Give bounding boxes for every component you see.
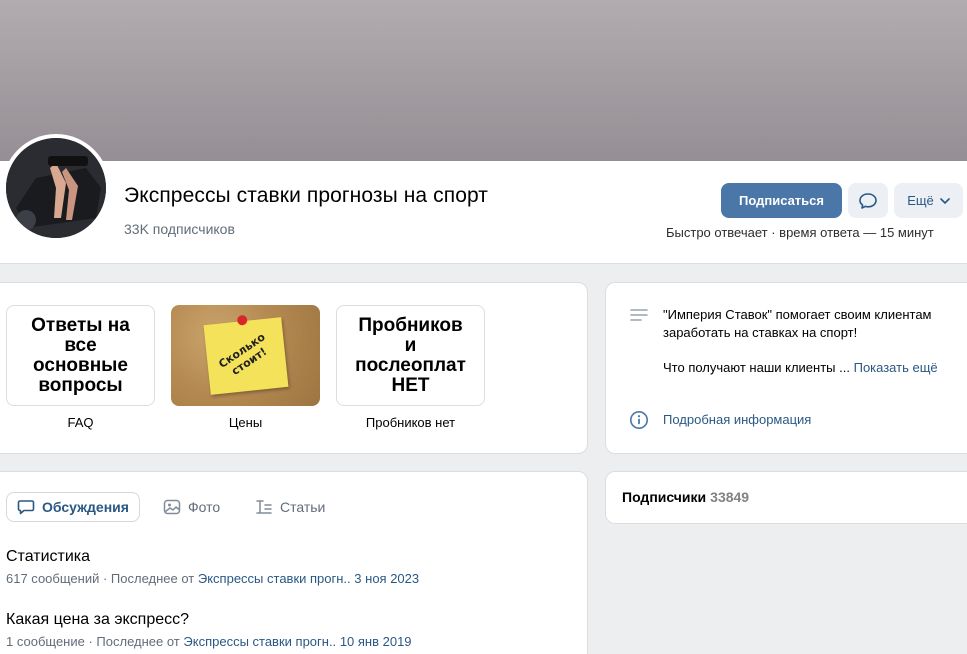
members-card[interactable]: Подписчики 33849 <box>605 471 967 524</box>
members-heading: Подписчики 33849 <box>622 489 749 505</box>
description-icon <box>630 309 648 321</box>
topic-date-link[interactable]: 10 янв 2019 <box>340 634 412 649</box>
topic-meta: 1 сообщение · Последнее от Экспрессы ста… <box>6 634 412 649</box>
tab-photos-label: Фото <box>188 499 221 515</box>
topic-author-link[interactable]: Экспрессы ставки прогн.. <box>198 571 351 586</box>
sticky-note-image: Сколько стоит! <box>203 314 288 395</box>
group-title: Экспрессы ставки прогнозы на спорт <box>124 184 489 207</box>
tab-discussions[interactable]: Обсуждения <box>6 492 140 522</box>
content-card: Обсуждения Фото Статьи Статистика 617 со… <box>0 471 588 654</box>
topic-date-link[interactable]: 3 ноя 2023 <box>354 571 419 586</box>
tab-articles[interactable]: Статьи <box>245 492 335 522</box>
link-tile-no-trials-text: Пробников и послеоплат НЕТ <box>355 314 466 396</box>
pin-icon <box>236 314 248 326</box>
link-caption-prices[interactable]: Цены <box>171 415 320 430</box>
tab-articles-label: Статьи <box>280 499 326 515</box>
more-button[interactable]: Ещё <box>894 183 963 218</box>
message-icon <box>859 192 877 209</box>
show-more-link[interactable]: Показать ещё <box>854 360 938 375</box>
group-avatar[interactable] <box>2 134 110 242</box>
about-line-2: Что получают наши клиенты ... Показать е… <box>663 360 938 375</box>
link-tile-prices[interactable]: Сколько стоит! <box>171 305 320 406</box>
members-label: Подписчики <box>622 489 707 505</box>
more-label: Ещё <box>907 193 934 208</box>
chevron-down-icon <box>939 197 950 204</box>
link-tile-faq-text: Ответы на все основные вопросы <box>31 314 130 396</box>
details-link[interactable]: Подробная информация <box>663 412 811 427</box>
subscribe-button[interactable]: Подписаться <box>721 183 842 218</box>
about-description: "Империя Ставок" помогает своим клиентам… <box>663 306 955 377</box>
about-line-1: "Империя Ставок" помогает своим клиентам… <box>663 307 932 340</box>
cover-image <box>0 0 967 161</box>
link-tile-no-trials[interactable]: Пробников и послеоплат НЕТ <box>336 305 485 406</box>
tab-discussions-label: Обсуждения <box>42 499 129 515</box>
articles-icon <box>256 500 272 514</box>
topic-title[interactable]: Статистика <box>6 548 90 566</box>
links-card: Ответы на все основные вопросы FAQ Сколь… <box>0 282 588 454</box>
about-card: "Империя Ставок" помогает своим клиентам… <box>605 282 967 454</box>
avatar-photo <box>6 138 106 238</box>
reply-time-info: Быстро отвечает · время ответа — 15 мину… <box>666 225 934 240</box>
topic-meta: 617 сообщений · Последнее от Экспрессы с… <box>6 571 420 586</box>
link-caption-faq[interactable]: FAQ <box>6 415 155 430</box>
message-button[interactable] <box>848 183 888 218</box>
tab-photos[interactable]: Фото <box>153 492 230 522</box>
topic-author-link[interactable]: Экспрессы ставки прогн.. <box>183 634 336 649</box>
link-tile-faq[interactable]: Ответы на все основные вопросы <box>6 305 155 406</box>
discussion-icon <box>17 500 35 515</box>
topic-title[interactable]: Какая цена за экспресс? <box>6 611 189 629</box>
link-caption-no-trials[interactable]: Пробников нет <box>336 415 485 430</box>
members-count: 33849 <box>710 489 750 505</box>
subscribers-count[interactable]: 33K подписчиков <box>124 221 235 237</box>
photo-icon <box>163 499 181 515</box>
info-icon <box>630 411 648 429</box>
